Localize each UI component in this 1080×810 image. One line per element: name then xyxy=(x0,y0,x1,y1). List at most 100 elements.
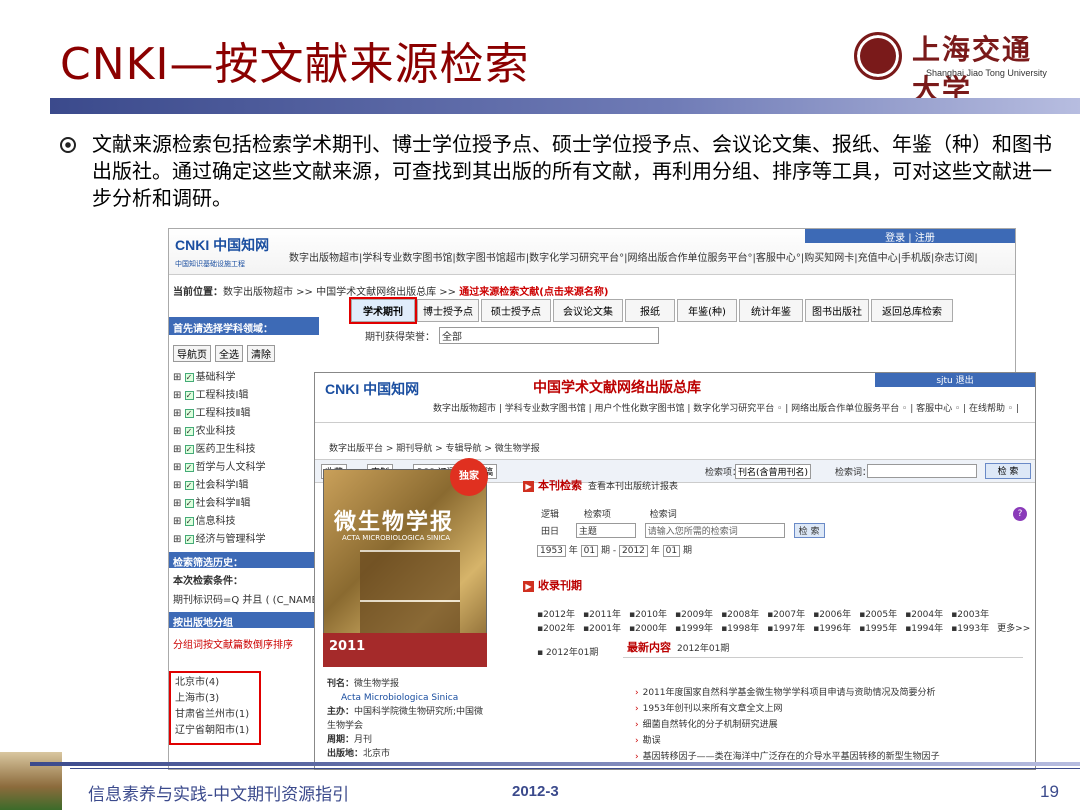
location-path[interactable]: 数字出版物超市 >> 中国学术文献网络出版总库 >> xyxy=(223,287,456,298)
subject-item[interactable]: ⊞ ✓ 社会科学Ⅰ辑 xyxy=(169,474,319,492)
checkbox-icon[interactable]: ✓ xyxy=(184,516,194,526)
region-item[interactable]: 上海市(3) xyxy=(175,691,255,707)
year-link[interactable]: ▪2010年 xyxy=(629,610,667,620)
subject-label: 工程科技Ⅰ辑 xyxy=(195,390,249,401)
year-link[interactable]: ▪2007年 xyxy=(767,610,805,620)
year-link[interactable]: ▪2002年 xyxy=(537,624,575,634)
checkbox-icon[interactable]: ✓ xyxy=(184,444,194,454)
news-item[interactable]: 细菌自然转化的分子机制研究进展 xyxy=(635,717,778,730)
nav-button[interactable]: 导航页 xyxy=(173,345,211,362)
subject-item[interactable]: ⊞ ✓ 农业科技 xyxy=(169,420,319,438)
subject-item[interactable]: ⊞ ✓ 经济与管理科学 xyxy=(169,528,319,546)
checkbox-icon[interactable]: ✓ xyxy=(184,498,194,508)
latest-label: 最新内容 xyxy=(627,641,671,654)
checkbox-icon[interactable]: ✓ xyxy=(184,372,194,382)
news-item[interactable]: 1953年创刊以来所有文章全文上网 xyxy=(635,701,783,714)
subject-item[interactable]: ⊞ ✓ 医药卫生科技 xyxy=(169,438,319,456)
cnki-logo[interactable]: CNKI 中国知网 xyxy=(175,235,269,255)
cnki-logo[interactable]: CNKI 中国知网 xyxy=(325,379,419,399)
journal-name-en: Acta Microbiologica Sinica xyxy=(341,693,459,703)
year-link[interactable]: ▪2011年 xyxy=(583,610,621,620)
year-link[interactable]: ▪1997年 xyxy=(767,624,805,634)
top-search-button[interactable]: 检 索 xyxy=(985,463,1031,479)
year-link[interactable]: ▪2000年 xyxy=(629,624,667,634)
exclusive-badge: 独家 xyxy=(450,458,488,496)
to-issue-select[interactable]: 01 xyxy=(662,545,681,557)
subject-item[interactable]: ⊞ ✓ 信息科技 xyxy=(169,510,319,528)
cover-subtitle: ACTA MICROBIOLOGICA SINICA xyxy=(342,534,451,542)
year-link[interactable]: ▪2003年 xyxy=(951,610,989,620)
bullet-text: 文献来源检索包括检索学术期刊、博士学位授予点、硕士学位授予点、会议论文集、报纸、… xyxy=(92,132,1052,210)
year-link[interactable]: ▪1999年 xyxy=(675,624,713,634)
news-item[interactable]: 勘误 xyxy=(635,733,661,746)
honor-label: 期刊获得荣誉： xyxy=(365,332,435,343)
year-link[interactable]: ▪1993年 xyxy=(951,624,989,634)
year-link[interactable]: ▪1998年 xyxy=(721,624,759,634)
issue-link[interactable]: ▪ 2012年01期 xyxy=(537,645,598,658)
checkbox-icon[interactable]: ✓ xyxy=(184,408,194,418)
checkbox-icon[interactable]: ✓ xyxy=(184,480,194,490)
search-button[interactable]: 检 索 xyxy=(793,523,825,538)
tab-master[interactable]: 硕士授予点 xyxy=(481,299,551,322)
unit-label: 年 xyxy=(568,546,578,556)
more-link[interactable]: 更多>> xyxy=(997,624,1030,634)
news-item[interactable]: 基因转移因子——类在海洋中广泛存在的介导水平基因转移的新型生物因子 xyxy=(635,749,940,762)
year-link[interactable]: ▪1996年 xyxy=(813,624,851,634)
source-tabs: 学术期刊 博士授予点 硕士授予点 会议论文集 报纸 年鉴(种) 统计年鉴 图书出… xyxy=(349,297,955,324)
subject-item[interactable]: ⊞ ✓ 基础科学 xyxy=(169,366,319,384)
front-nav[interactable]: 数字出版物超市 | 学科专业数字图书馆 | 用户个性化数字图书馆 | 数字化学习… xyxy=(433,401,1019,414)
year-link[interactable]: ▪2004年 xyxy=(905,610,943,620)
year-link[interactable]: ▪2006年 xyxy=(813,610,851,620)
clear-button[interactable]: 清除 xyxy=(247,345,275,362)
subject-item[interactable]: ⊞ ✓ 工程科技Ⅰ辑 xyxy=(169,384,319,402)
tab-publisher[interactable]: 图书出版社 xyxy=(805,299,869,322)
search-field-select[interactable]: 刊名(含曾用刊名) xyxy=(735,464,812,479)
from-year-select[interactable]: 1953 xyxy=(537,545,566,557)
subject-item[interactable]: ⊞ ✓ 社会科学Ⅱ辑 xyxy=(169,492,319,510)
search-item-select[interactable]: 主题 xyxy=(575,523,636,538)
front-breadcrumb[interactable]: 数字出版平台 > 期刊导航 > 专辑导航 > 微生物学报 xyxy=(329,441,540,454)
logic-toggle[interactable]: 田日 xyxy=(541,527,559,537)
checkbox-icon[interactable]: ✓ xyxy=(184,426,194,436)
subject-item[interactable]: ⊞ ✓ 工程科技Ⅱ辑 xyxy=(169,402,319,420)
year-link[interactable]: ▪2005年 xyxy=(859,610,897,620)
subject-tree: ⊞ ✓ 基础科学 ⊞ ✓ 工程科技Ⅰ辑 ⊞ ✓ 工程科技Ⅱ辑 ⊞ ✓ 农业科技 ⊞ ✓ 医… xyxy=(169,366,319,546)
item-label: 检索项 xyxy=(583,510,611,520)
tab-conference[interactable]: 会议论文集 xyxy=(553,299,623,322)
from-issue-select[interactable]: 01 xyxy=(580,545,599,557)
year-link[interactable]: ▪2001年 xyxy=(583,624,621,634)
condition-value: 期刊标识码=Q 并且 ( (C_NAME=微 xyxy=(173,595,337,606)
region-item[interactable]: 辽宁省朝阳市(1) xyxy=(175,723,255,739)
search-word-input[interactable] xyxy=(867,464,977,478)
year-link[interactable]: ▪2008年 xyxy=(721,610,759,620)
year-link[interactable]: ▪1995年 xyxy=(859,624,897,634)
help-icon[interactable]: ? xyxy=(1013,507,1027,521)
tab-journal[interactable]: 学术期刊 xyxy=(349,297,417,324)
year-link[interactable]: ▪1994年 xyxy=(905,624,943,634)
checkbox-icon[interactable]: ✓ xyxy=(184,462,194,472)
tab-stat-yearbook[interactable]: 统计年鉴 xyxy=(739,299,803,322)
honor-select[interactable]: 全部 xyxy=(439,327,659,344)
top-nav[interactable]: 数字出版物超市|学科专业数字图书馆|数字图书馆超市|数字化学习研究平台°|网络出… xyxy=(289,249,978,264)
logo-english: Shanghai Jiao Tong University xyxy=(926,68,1047,78)
region-item[interactable]: 甘肃省兰州市(1) xyxy=(175,707,255,723)
select-all-button[interactable]: 全选 xyxy=(215,345,243,362)
user-logout[interactable]: sjtu 退出 xyxy=(875,373,1035,387)
tab-return[interactable]: 返回总库检索 xyxy=(871,299,953,322)
page-number: 19 xyxy=(1040,782,1059,801)
login-links[interactable]: 登录 | 注册 xyxy=(805,229,1015,244)
tab-phd[interactable]: 博士授予点 xyxy=(417,299,479,322)
tab-yearbook[interactable]: 年鉴(种) xyxy=(677,299,737,322)
subject-item[interactable]: ⊞ ✓ 哲学与人文科学 xyxy=(169,456,319,474)
news-item[interactable]: 2011年度国家自然科学基金微生物学学科项目申请与资助情况及简要分析 xyxy=(635,685,936,698)
checkbox-icon[interactable]: ✓ xyxy=(184,390,194,400)
to-year-select[interactable]: 2012 xyxy=(619,545,648,557)
sort-link[interactable]: 分组词按文献篇数倒序排序 xyxy=(169,628,319,653)
checkbox-icon[interactable]: ✓ xyxy=(184,534,194,544)
search-term-input[interactable]: 请输入您所需的检索词 xyxy=(644,523,785,538)
year-link[interactable]: ▪2012年 xyxy=(537,610,575,620)
year-link[interactable]: ▪2009年 xyxy=(675,610,713,620)
region-item[interactable]: 北京市(4) xyxy=(175,675,255,691)
tab-newspaper[interactable]: 报纸 xyxy=(625,299,675,322)
stats-report-link[interactable]: 查看本刊出版统计报表 xyxy=(588,482,678,492)
